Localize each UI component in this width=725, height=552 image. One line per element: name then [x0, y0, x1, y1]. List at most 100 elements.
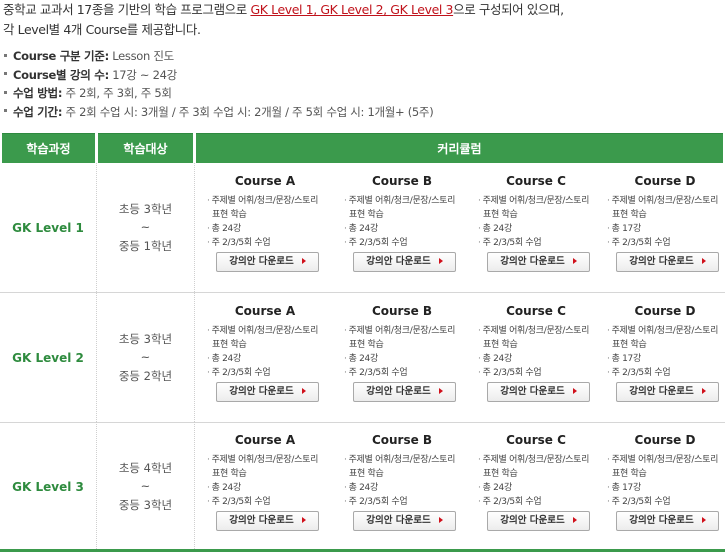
course-detail-topic-cont: 표현 학습 [483, 210, 518, 220]
download-lecture-button[interactable]: 강의안 다운로드 [353, 252, 456, 272]
dot-bullet-icon: · [607, 224, 610, 234]
download-button-label: 강의안 다운로드 [500, 256, 565, 267]
course-title: Course A [234, 304, 296, 318]
course-details: · 주제별 어휘/청크/문장/스토리 표현 학습 · 총 17강 · 주 2/3/5회… [600, 324, 725, 380]
bullet-key: 수업 기간: [13, 104, 63, 119]
course-cell: Course B · 주제별 어휘/청크/문장/스토리 표현 학습 · 총 24강 … [337, 422, 467, 551]
course-details: · 주제별 어휘/청크/문장/스토리 표현 학습 · 총 17강 · 주 2/3/5회… [600, 453, 725, 509]
course-detail-count: · 총 24강 [478, 352, 601, 366]
bullet-course-criteria: Course 구분 기준: Lesson 진도 [3, 47, 723, 66]
info-bullets: Course 구분 기준: Lesson 진도 Course별 강의 수: 17… [3, 47, 723, 121]
course-cell: Course D · 주제별 어휘/청크/문장/스토리 표현 학습 · 총 17강 … [600, 293, 725, 422]
course-detail-topic: · 주제별 어휘/청크/문장/스토리 [478, 324, 601, 338]
dot-bullet-icon: · [478, 455, 481, 465]
table-row: GK Level 2 초등 3학년 ~ 중등 2학년 Course A · 주제별… [0, 293, 725, 423]
download-lecture-button[interactable]: 강의안 다운로드 [487, 511, 590, 531]
download-lecture-button[interactable]: 강의안 다운로드 [616, 382, 719, 402]
course-detail-topic-cont: 표현 학습 [212, 340, 247, 350]
dot-bullet-icon: · [207, 483, 210, 493]
course-title: Course A [234, 433, 296, 447]
course-detail-count: · 총 24강 [344, 481, 467, 495]
detail-text: 주제별 어휘/청크/문장/스토리 [611, 326, 719, 336]
course-title: Course D [634, 174, 696, 188]
target-from: 초등 3학년 [118, 201, 173, 216]
level-highlight-link[interactable]: GK Level 1, GK Level 2, GK Level 3 [250, 2, 453, 17]
table-header: 학습과정 학습대상 커리큘럼 [0, 133, 725, 163]
detail-text: 주제별 어휘/청크/문장/스토리 [482, 455, 590, 465]
course-cell: Course C · 주제별 어휘/청크/문장/스토리 표현 학습 · 총 24강 … [471, 163, 601, 292]
download-lecture-button[interactable]: 강의안 다운로드 [353, 382, 456, 402]
dot-bullet-icon: · [478, 497, 481, 507]
course-detail-frequency: · 주 2/3/5회 수업 [607, 236, 725, 250]
triangle-right-icon [438, 517, 443, 523]
bullet-lecture-count: Course별 강의 수: 17강 ~ 24강 [3, 66, 723, 85]
dot-bullet-icon: · [478, 354, 481, 364]
course-title: Course C [506, 433, 566, 447]
download-lecture-button[interactable]: 강의안 다운로드 [216, 252, 319, 272]
download-lecture-button[interactable]: 강의안 다운로드 [487, 382, 590, 402]
download-button-label: 강의안 다운로드 [366, 515, 431, 526]
dot-bullet-icon: · [344, 326, 347, 336]
download-lecture-button[interactable]: 강의안 다운로드 [353, 511, 456, 531]
target-tilde: ~ [140, 350, 151, 365]
dot-bullet-icon: · [478, 224, 481, 234]
dot-bullet-icon: · [344, 483, 347, 493]
course-cell: Course A · 주제별 어휘/청크/문장/스토리 표현 학습 · 총 24강 … [200, 293, 330, 422]
detail-text: 주 2/3/5회 수업 [611, 497, 671, 507]
header-target: 학습대상 [98, 133, 193, 163]
dot-bullet-icon: · [207, 455, 210, 465]
triangle-right-icon [438, 258, 443, 264]
course-details: · 주제별 어휘/청크/문장/스토리 표현 학습 · 총 24강 · 주 2/3/5회… [337, 453, 467, 509]
detail-text: 주 2/3/5회 수업 [482, 368, 542, 378]
table-row: GK Level 1 초등 3학년 ~ 중등 1학년 Course A · 주제별… [0, 163, 725, 293]
dot-bullet-icon: · [607, 497, 610, 507]
detail-text: 총 24강 [482, 224, 513, 234]
detail-text: 주 2/3/5회 수업 [611, 238, 671, 248]
bullet-key: Course 구분 기준: [13, 49, 109, 63]
download-button-label: 강의안 다운로드 [629, 256, 694, 267]
bullet-value: 주 2회, 주 3회, 주 5회 [62, 86, 172, 100]
download-lecture-button[interactable]: 강의안 다운로드 [216, 511, 319, 531]
dot-bullet-icon: · [607, 483, 610, 493]
dot-bullet-icon: · [344, 354, 347, 364]
dot-bullet-icon: · [207, 368, 210, 378]
course-detail-frequency: · 주 2/3/5회 수업 [344, 366, 467, 380]
detail-text: 주 2/3/5회 수업 [211, 368, 271, 378]
course-detail-topic: · 주제별 어휘/청크/문장/스토리 [207, 324, 330, 338]
course-details: · 주제별 어휘/청크/문장/스토리 표현 학습 · 총 17강 · 주 2/3/5회… [600, 194, 725, 250]
dot-bullet-icon: · [207, 238, 210, 248]
intro-text-end: 으로 구성되어 있으며, [453, 2, 564, 17]
course-title: Course A [234, 174, 296, 188]
dot-bullet-icon: · [607, 368, 610, 378]
target-cell: 초등 3학년 ~ 중등 1학년 [96, 163, 195, 292]
dot-bullet-icon: · [207, 326, 210, 336]
triangle-right-icon [572, 388, 577, 394]
dot-bullet-icon: · [478, 368, 481, 378]
download-lecture-button[interactable]: 강의안 다운로드 [616, 511, 719, 531]
detail-text: 주제별 어휘/청크/문장/스토리 [211, 196, 319, 206]
target-from: 초등 4학년 [118, 460, 173, 475]
download-lecture-button[interactable]: 강의안 다운로드 [487, 252, 590, 272]
dot-bullet-icon: · [478, 483, 481, 493]
course-title: Course D [634, 304, 696, 318]
course-title: Course B [371, 433, 433, 447]
dot-bullet-icon: · [478, 326, 481, 336]
level-name: GK Level 3 [12, 479, 84, 494]
download-button-label: 강의안 다운로드 [500, 515, 565, 526]
download-button-label: 강의안 다운로드 [366, 256, 431, 267]
download-button-label: 강의안 다운로드 [629, 515, 694, 526]
download-lecture-button[interactable]: 강의안 다운로드 [216, 382, 319, 402]
course-detail-topic: · 주제별 어휘/청크/문장/스토리 [478, 194, 601, 208]
dot-bullet-icon: · [344, 368, 347, 378]
download-button-label: 강의안 다운로드 [229, 386, 294, 397]
detail-text: 총 17강 [611, 483, 642, 493]
triangle-right-icon [572, 517, 577, 523]
target-to: 중등 2학년 [118, 368, 173, 383]
square-bullet-icon [4, 72, 7, 75]
triangle-right-icon [438, 388, 443, 394]
intro-line-1: 중학교 교과서 17종을 기반의 학습 프로그램으로 GK Level 1, G… [3, 0, 723, 20]
bullet-class-method: 수업 방법: 주 2회, 주 3회, 주 5회 [3, 84, 723, 103]
target-to: 중등 1학년 [118, 238, 173, 253]
download-lecture-button[interactable]: 강의안 다운로드 [616, 252, 719, 272]
triangle-right-icon [301, 388, 306, 394]
